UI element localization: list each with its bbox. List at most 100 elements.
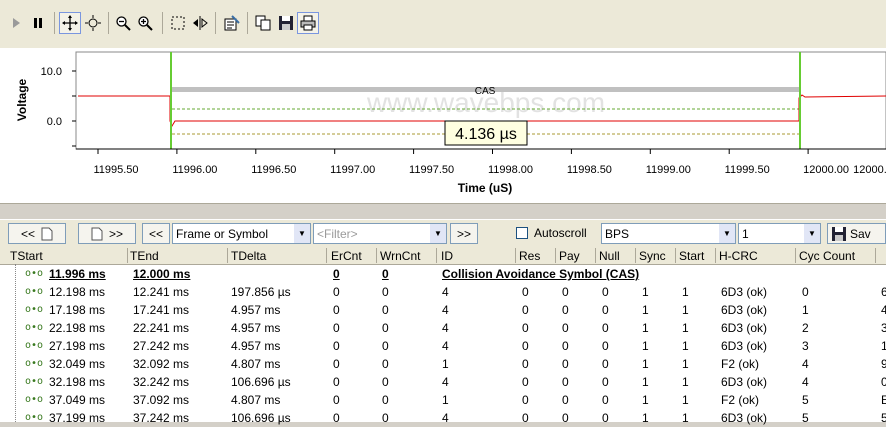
column-header[interactable]: Null [599, 249, 620, 263]
prev-frame-button[interactable]: << [142, 223, 170, 244]
cell-tend: 37.092 ms [133, 393, 190, 407]
cell-null: 0 [602, 357, 609, 371]
cell-tdelta: 4.957 ms [231, 339, 281, 353]
select-region-icon[interactable] [167, 12, 189, 34]
measure-icon[interactable] [189, 12, 211, 34]
save-label: Sav [850, 226, 871, 241]
next-frame-button[interactable]: >> [450, 223, 478, 244]
cell-start: 1 [682, 411, 689, 425]
cell-wrncnt: 0 [382, 267, 389, 281]
table-row[interactable]: o•o 22.198 ms 22.241 ms 4.957 ms 0 0 4 0 0 0 1 1 6D3… [0, 319, 886, 337]
save-icon[interactable] [275, 12, 297, 34]
table-row[interactable]: o•o 11.996 ms 12.000 ms 0 0 Collision Avoidan… [0, 265, 886, 283]
cell-cyc: 1 [802, 303, 809, 317]
cell-start: 1 [682, 303, 689, 317]
pan-icon[interactable] [59, 12, 81, 34]
cell-id: Collision Avoidance Symbol (CAS) [442, 267, 640, 281]
column-header[interactable]: Cyc Count [799, 249, 855, 263]
table-row[interactable]: o•o 37.049 ms 37.092 ms 4.807 ms 0 0 1 0 0 0 1 1 F2 … [0, 391, 886, 409]
cell-res: 0 [522, 339, 529, 353]
column-header[interactable]: WrnCnt [380, 249, 420, 263]
table-row[interactable]: o•o 32.198 ms 32.242 ms 106.696 µs 0 0 4 0 0 0 1 1 6… [0, 373, 886, 391]
frame-icon: o•o [25, 322, 44, 333]
cell-hcrc: F2 (ok) [721, 357, 760, 371]
column-header[interactable]: Pay [559, 249, 580, 263]
next-frame-label: >> [456, 226, 471, 241]
play-icon[interactable] [5, 12, 27, 34]
column-header[interactable]: TDelta [231, 249, 266, 263]
cell-sync: 1 [642, 303, 649, 317]
table-row[interactable]: o•o 17.198 ms 17.241 ms 4.957 ms 0 0 4 0 0 0 1 1 6D3… [0, 301, 886, 319]
zoom-region-icon[interactable] [82, 12, 104, 34]
cell-start: 1 [682, 393, 689, 407]
chevron-down-icon[interactable]: ▼ [430, 224, 446, 243]
cell-extra: 4 [881, 303, 886, 317]
cell-tend: 12.241 ms [133, 285, 190, 299]
copy-icon[interactable] [252, 12, 274, 34]
cell-hcrc: 6D3 (ok) [721, 285, 768, 299]
column-header[interactable]: ID [441, 249, 453, 263]
cell-id: 1 [442, 357, 449, 371]
table-row[interactable]: o•o 12.198 ms 12.241 ms 197.856 µs 0 0 4 0 0 0 1 1 6… [0, 283, 886, 301]
cell-sync: 1 [642, 375, 649, 389]
save-button[interactable]: Sav [827, 223, 886, 244]
cell-wrncnt: 0 [382, 321, 389, 335]
column-header[interactable]: ErCnt [331, 249, 362, 263]
cell-ercnt: 0 [333, 339, 340, 353]
cell-tstart: 32.198 ms [49, 375, 106, 389]
frame-table[interactable]: TStart TEnd TDelta ErCnt WrnCnt ID Res P… [0, 247, 886, 425]
cell-ercnt: 0 [333, 375, 340, 389]
cell-pay: 0 [562, 411, 569, 425]
mode-select[interactable]: BPS ▼ [601, 223, 736, 244]
print-icon[interactable] [297, 12, 319, 34]
filter-input[interactable]: <Filter> ▼ [313, 223, 447, 244]
cell-id: 4 [442, 411, 449, 425]
cell-hcrc: 6D3 (ok) [721, 375, 768, 389]
cell-extra: 5 [881, 411, 886, 425]
column-header[interactable]: TEnd [130, 249, 159, 263]
table-row[interactable]: o•o 32.049 ms 32.092 ms 4.807 ms 0 0 1 0 0 0 1 1 F2 … [0, 355, 886, 373]
save-icon [832, 227, 846, 241]
chevron-down-icon[interactable]: ▼ [719, 224, 735, 243]
frame-type-select[interactable]: Frame or Symbol ▼ [172, 223, 311, 244]
column-header[interactable]: Res [519, 249, 540, 263]
next-page-button[interactable]: >> [78, 223, 136, 244]
zoom-out-icon[interactable] [112, 12, 134, 34]
main-toolbar [0, 0, 886, 48]
properties-icon[interactable] [221, 12, 243, 34]
table-row[interactable]: o•o 37.199 ms 37.242 ms 106.696 µs 0 0 4 0 0 0 1 1 6… [0, 409, 886, 427]
waveform-panel[interactable]: 10.0 0.0 Voltage www.wavebps.com CAS 4.1… [0, 48, 886, 203]
column-header[interactable]: H-CRC [719, 249, 758, 263]
cell-pay: 0 [562, 375, 569, 389]
zoom-in-icon[interactable] [134, 12, 156, 34]
cell-wrncnt: 0 [382, 303, 389, 317]
cell-pay: 0 [562, 339, 569, 353]
channel-select[interactable]: 1 ▼ [738, 223, 821, 244]
cell-tend: 32.092 ms [133, 357, 190, 371]
cell-sync: 1 [642, 411, 649, 425]
cell-ercnt: 0 [333, 321, 340, 335]
column-header[interactable]: Start [679, 249, 704, 263]
autoscroll-checkbox[interactable] [516, 227, 528, 239]
x-axis-label: Time (uS) [458, 181, 512, 195]
chevron-down-icon[interactable]: ▼ [804, 224, 820, 243]
cell-extra: 0 [881, 375, 886, 389]
frame-icon: o•o [25, 340, 44, 351]
table-row[interactable]: o•o 27.198 ms 27.242 ms 4.957 ms 0 0 4 0 0 0 1 1 6D3… [0, 337, 886, 355]
y-axis-label: Voltage [15, 78, 29, 121]
cell-cyc: 4 [802, 357, 809, 371]
column-header[interactable]: Sync [639, 249, 666, 263]
waveform-chart[interactable]: 10.0 0.0 Voltage www.wavebps.com CAS 4.1… [0, 48, 886, 203]
cell-cyc: 0 [802, 285, 809, 299]
y-tick-label: 10.0 [41, 66, 62, 78]
chevron-down-icon[interactable]: ▼ [294, 224, 310, 243]
splitter[interactable] [0, 203, 886, 220]
cell-start: 1 [682, 357, 689, 371]
column-header[interactable]: TStart [10, 249, 43, 263]
prev-page-button[interactable]: << [8, 223, 66, 244]
cell-hcrc: F2 (ok) [721, 393, 760, 407]
pause-icon[interactable] [27, 12, 49, 34]
cell-null: 0 [602, 285, 609, 299]
cell-tstart: 11.996 ms [49, 267, 106, 281]
cell-pay: 0 [562, 321, 569, 335]
